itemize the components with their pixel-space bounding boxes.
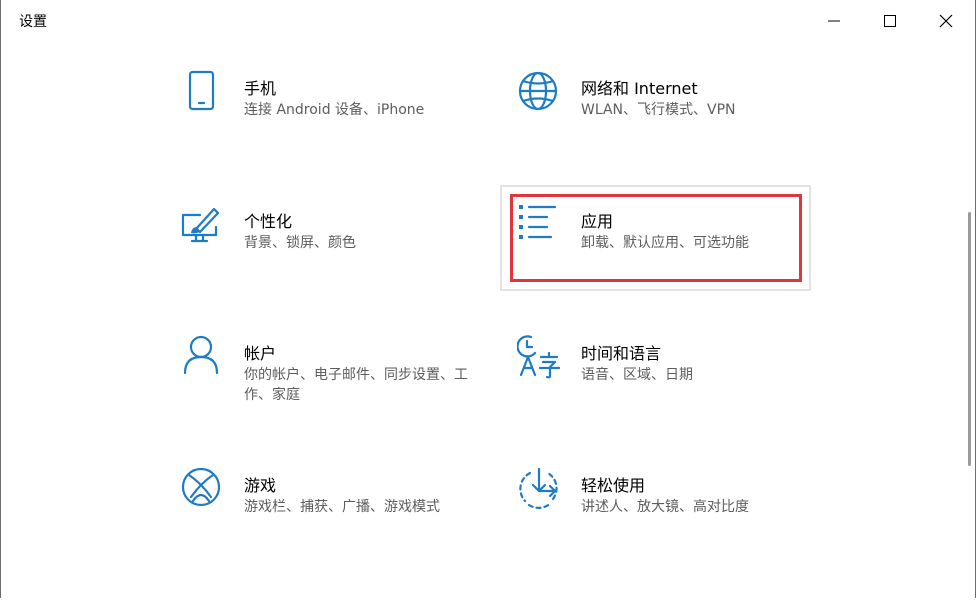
tile-label: 轻松使用 [581,476,646,495]
tile-label: 帐户 [244,344,277,363]
tile-label: 网络和 Internet [581,79,698,98]
tile-label: 时间和语言 [581,344,662,363]
tile-gaming[interactable]: 游戏 游戏栏、捕获、广播、游戏模式 [180,467,490,571]
tile-ease-of-access[interactable]: 轻松使用 讲述人、放大镜、高对比度 [517,467,827,571]
window-title: 设置 [19,14,47,30]
close-button[interactable] [918,0,974,42]
globe-icon [518,71,558,111]
tile-label: 个性化 [244,212,293,231]
minimize-button[interactable] [806,0,862,42]
maximize-button[interactable] [862,0,918,42]
maximize-icon [884,15,896,27]
paintbrush-icon [181,207,220,243]
close-icon [939,14,953,28]
tile-label: 手机 [244,79,277,98]
tile-network-internet[interactable]: 网络和 Internet WLAN、飞行模式、VPN [517,70,827,174]
tile-description: 你的帐户、电子邮件、同步设置、工作、家庭 [244,367,468,403]
time-language-icon [517,335,561,379]
apps-list-icon [519,205,557,239]
tile-description: 游戏栏、捕获、广播、游戏模式 [244,499,440,515]
ease-of-access-icon [519,467,558,509]
tile-description: WLAN、飞行模式、VPN [581,102,736,118]
tile-phone[interactable]: 手机 连接 Android 设备、iPhone [180,70,490,174]
xbox-icon [181,467,221,507]
minimize-icon [828,20,840,22]
tile-apps[interactable]: 应用 卸载、默认应用、可选功能 [517,203,827,307]
tile-label: 应用 [581,212,614,231]
tile-description: 语音、区域、日期 [581,367,693,383]
tile-description: 讲述人、放大镜、高对比度 [581,499,749,515]
tile-description: 背景、锁屏、颜色 [244,235,356,251]
vertical-scrollbar[interactable] [968,212,971,466]
person-icon [183,335,219,375]
tile-time-language[interactable]: 时间和语言 语音、区域、日期 [517,335,827,439]
tile-personalization[interactable]: 个性化 背景、锁屏、颜色 [180,203,490,307]
tile-label: 游戏 [244,476,277,495]
title-bar: 设置 [0,0,976,42]
phone-icon [188,70,215,111]
tile-accounts[interactable]: 帐户 你的帐户、电子邮件、同步设置、工作、家庭 [180,335,490,439]
tile-description: 连接 Android 设备、iPhone [244,102,425,118]
tile-description: 卸载、默认应用、可选功能 [581,235,749,251]
